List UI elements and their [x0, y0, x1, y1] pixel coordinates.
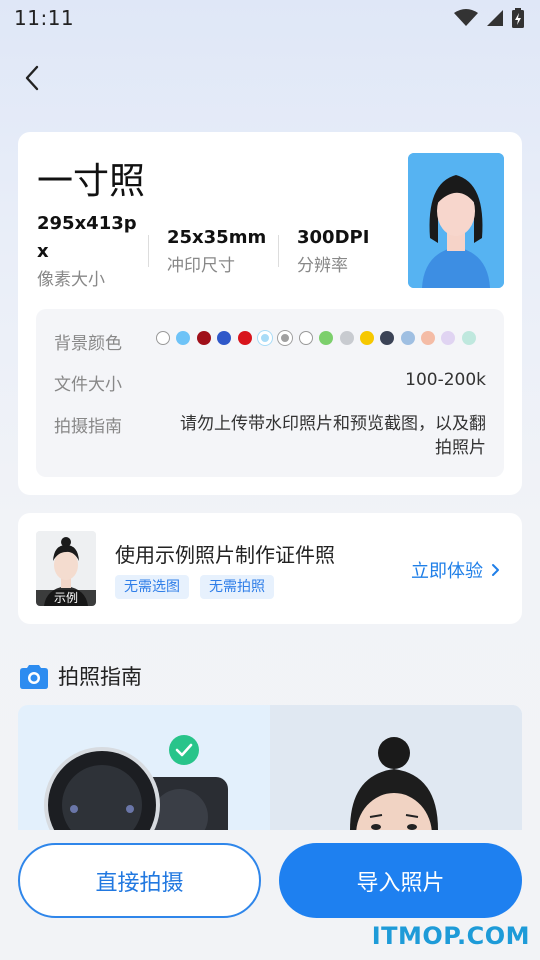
status-icons — [454, 8, 524, 28]
try-now-label: 立即体验 — [411, 561, 483, 582]
status-time: 11:11 — [14, 6, 75, 30]
shooting-guide-value: 请勿上传带水印照片和预览截图，以及翻拍照片 — [180, 414, 486, 458]
portrait-avatar-icon — [408, 153, 504, 288]
camera-icon — [20, 665, 48, 689]
portrait-preview — [408, 153, 504, 288]
chevron-left-icon — [25, 65, 39, 91]
example-card[interactable]: 示例 使用示例照片制作证件照 无需选图 无需拍照 立即体验 — [18, 513, 522, 624]
stat-value: 300DPI — [297, 227, 370, 248]
detail-label: 文件大小 — [54, 375, 122, 395]
chip-no-select: 无需选图 — [115, 575, 189, 599]
background-color-swatch[interactable] — [237, 331, 252, 345]
spec-title: 一寸照 — [37, 161, 146, 202]
status-bar: 11:11 — [0, 0, 540, 36]
example-thumbnail: 示例 — [36, 531, 96, 606]
site-watermark: ITMOP.COM — [371, 922, 530, 950]
background-color-swatch[interactable] — [278, 331, 293, 345]
banner-portrait-image — [270, 705, 522, 835]
wifi-icon — [454, 9, 478, 26]
color-swatches — [156, 331, 476, 345]
stat-pixel-size: 295x413px 像素大小 — [37, 210, 137, 294]
detail-label: 背景颜色 — [54, 334, 122, 354]
stat-label: 冲印尺寸 — [167, 256, 235, 276]
stat-resolution: 300DPI 分辨率 — [297, 224, 369, 280]
battery-icon — [512, 8, 524, 28]
detail-label: 拍摄指南 — [54, 417, 122, 437]
background-color-swatch[interactable] — [421, 331, 436, 345]
background-color-swatch[interactable] — [298, 331, 313, 345]
background-color-swatch[interactable] — [400, 331, 415, 345]
background-color-swatch[interactable] — [339, 331, 354, 345]
stat-print-size: 25x35mm 冲印尺寸 — [167, 224, 266, 280]
guide-header: 拍照指南 — [20, 661, 142, 691]
spec-stats: 295x413px 像素大小 25x35mm 冲印尺寸 300DPI 分辨率 — [37, 210, 397, 294]
back-button[interactable] — [16, 62, 48, 94]
background-color-swatch[interactable] — [156, 331, 170, 345]
guide-banner — [18, 705, 522, 835]
chevron-right-icon — [492, 564, 499, 576]
banner-phone-image — [18, 705, 270, 835]
woman-portrait-icon — [270, 705, 522, 835]
stat-value: 295x413px — [37, 213, 137, 262]
background-color-swatch[interactable] — [461, 331, 476, 345]
stat-label: 分辨率 — [297, 256, 348, 276]
guide-title: 拍照指南 — [58, 665, 142, 689]
background-color-swatch[interactable] — [217, 331, 232, 345]
background-color-swatch[interactable] — [196, 331, 211, 345]
divider — [148, 235, 149, 267]
divider — [278, 235, 279, 267]
example-tag: 示例 — [36, 590, 96, 606]
background-color-swatch[interactable] — [359, 331, 374, 345]
background-color-swatch[interactable] — [380, 331, 395, 345]
try-now-link[interactable]: 立即体验 — [411, 557, 500, 583]
stat-label: 像素大小 — [37, 270, 105, 290]
background-color-swatch[interactable] — [441, 331, 456, 345]
stat-value: 25x35mm — [167, 227, 267, 248]
chip-no-photo: 无需拍照 — [200, 575, 274, 599]
details-panel: 背景颜色 文件大小 100-200k 拍摄指南 请勿上传带水印照片和预览截图，以… — [36, 309, 504, 477]
background-color-swatch[interactable] — [176, 331, 191, 345]
example-title: 使用示例照片制作证件照 — [115, 543, 335, 567]
file-size-value: 100-200k — [405, 370, 486, 390]
spec-card: 一寸照 295x413px 像素大小 25x35mm 冲印尺寸 300DPI 分… — [18, 132, 522, 495]
phone-camera-icon — [44, 735, 228, 835]
signal-icon — [487, 10, 503, 26]
background-color-swatch[interactable] — [319, 331, 334, 345]
background-color-swatch[interactable] — [257, 331, 272, 345]
shoot-directly-button[interactable]: 直接拍摄 — [18, 843, 261, 918]
import-photo-button[interactable]: 导入照片 — [279, 843, 522, 918]
